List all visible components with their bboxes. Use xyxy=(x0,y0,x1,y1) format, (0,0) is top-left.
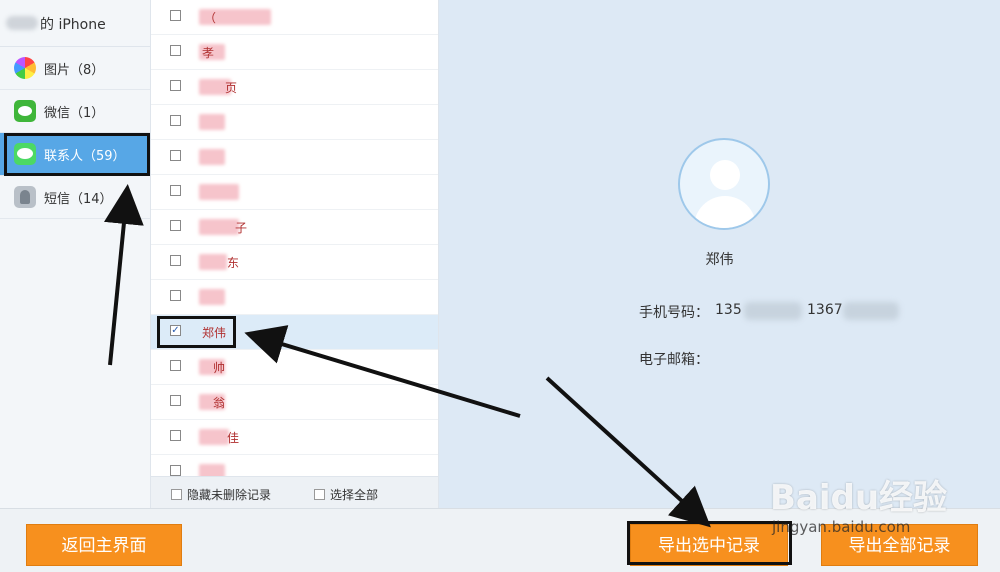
contact-checkbox[interactable] xyxy=(170,185,181,196)
contact-checkbox[interactable] xyxy=(170,255,181,266)
redacted-name xyxy=(199,184,239,200)
avatar xyxy=(678,138,770,230)
redacted-name xyxy=(199,254,227,270)
contact-detail-pane: 郑伟 手机号码： 135 1367 电子邮箱： xyxy=(439,0,1000,508)
contact-name: 东 xyxy=(227,256,240,270)
phone-label: 手机号码： xyxy=(639,305,709,321)
contact-row[interactable] xyxy=(151,280,438,315)
redacted-name xyxy=(199,149,225,165)
contact-name: （ xyxy=(204,11,217,25)
sidebar-item-sms[interactable]: 短信（14） xyxy=(0,176,150,219)
contact-row[interactable]: （ xyxy=(151,0,438,35)
sidebar-item-label: 短信（14） xyxy=(44,192,113,207)
contact-name: 帅 xyxy=(213,361,226,375)
export-selected-highlight-box xyxy=(627,521,792,565)
redacted-phone-2 xyxy=(843,302,899,320)
contact-row[interactable] xyxy=(151,175,438,210)
contact-checkbox[interactable] xyxy=(170,360,181,371)
contact-row[interactable] xyxy=(151,105,438,140)
contact-name: 页 xyxy=(225,81,238,95)
redacted-phone-1 xyxy=(744,302,802,320)
select-all-checkbox[interactable] xyxy=(314,489,325,500)
email-label: 电子邮箱： xyxy=(639,352,709,368)
sidebar: 的 iPhone 图片（8） 微信（1） 联系人（59） 短信（14） xyxy=(0,0,151,508)
contact-checkbox[interactable] xyxy=(170,290,181,301)
redacted-device-name xyxy=(6,16,38,30)
sidebar-item-label: 图片（8） xyxy=(44,63,105,78)
sidebar-item-wechat[interactable]: 微信（1） xyxy=(0,90,150,133)
bottom-bar: 返回主界面 导出选中记录 导出全部记录 xyxy=(0,508,1000,572)
back-to-main-button[interactable]: 返回主界面 xyxy=(26,524,182,566)
contact-checkbox[interactable] xyxy=(170,395,181,406)
contact-row[interactable]: 佳 xyxy=(151,420,438,455)
sms-icon xyxy=(14,186,36,208)
select-all-label: 选择全部 xyxy=(330,488,379,502)
contact-checkbox[interactable] xyxy=(170,10,181,21)
contact-name: 子 xyxy=(235,221,248,235)
hide-deleted-label: 隐藏未删除记录 xyxy=(187,488,272,502)
wechat-icon xyxy=(14,100,36,122)
sidebar-item-photos[interactable]: 图片（8） xyxy=(0,47,150,90)
contact-row[interactable]: 孝 xyxy=(151,35,438,70)
selected-contact-highlight-box xyxy=(157,316,236,348)
avatar-body-shape xyxy=(694,196,756,228)
contact-checkbox[interactable] xyxy=(170,430,181,441)
device-title-text: 的 iPhone xyxy=(40,17,106,33)
device-title: 的 iPhone xyxy=(0,0,150,47)
contact-name: 孝 xyxy=(202,46,215,60)
redacted-name xyxy=(199,114,225,130)
contact-checkbox[interactable] xyxy=(170,220,181,231)
export-all-button[interactable]: 导出全部记录 xyxy=(821,524,978,566)
contact-checkbox[interactable] xyxy=(170,80,181,91)
redacted-name xyxy=(199,289,225,305)
contact-list: （ 孝 页 子 东 ✓ 郑伟 帅 翁 佳 xyxy=(151,0,587,508)
contacts-highlight-box xyxy=(4,133,150,176)
contact-row[interactable]: 帅 xyxy=(151,350,438,385)
contact-row[interactable]: 子 xyxy=(151,210,438,245)
sidebar-item-label: 微信（1） xyxy=(44,106,105,121)
contact-name: 翁 xyxy=(213,396,226,410)
contact-checkbox[interactable] xyxy=(170,45,181,56)
phone-number-2: 1367 xyxy=(807,302,843,318)
contact-row[interactable]: 翁 xyxy=(151,385,438,420)
contact-detail-name: 郑伟 xyxy=(705,252,734,268)
contact-row[interactable]: 东 xyxy=(151,245,438,280)
redacted-name xyxy=(199,219,239,235)
contact-row[interactable] xyxy=(151,140,438,175)
app-window: 的 iPhone 图片（8） 微信（1） 联系人（59） 短信（14） （ 孝 … xyxy=(0,0,1000,572)
photos-icon xyxy=(14,57,36,79)
redacted-name xyxy=(199,429,229,445)
contact-checkbox[interactable] xyxy=(170,150,181,161)
list-footer: 隐藏未删除记录 选择全部 xyxy=(151,476,438,509)
hide-deleted-checkbox[interactable] xyxy=(171,489,182,500)
contact-checkbox[interactable] xyxy=(170,465,181,476)
contact-row[interactable]: 页 xyxy=(151,70,438,105)
contact-name: 佳 xyxy=(227,431,240,445)
phone-number-1: 135 xyxy=(715,302,742,318)
avatar-head-shape xyxy=(710,160,740,190)
contact-checkbox[interactable] xyxy=(170,115,181,126)
